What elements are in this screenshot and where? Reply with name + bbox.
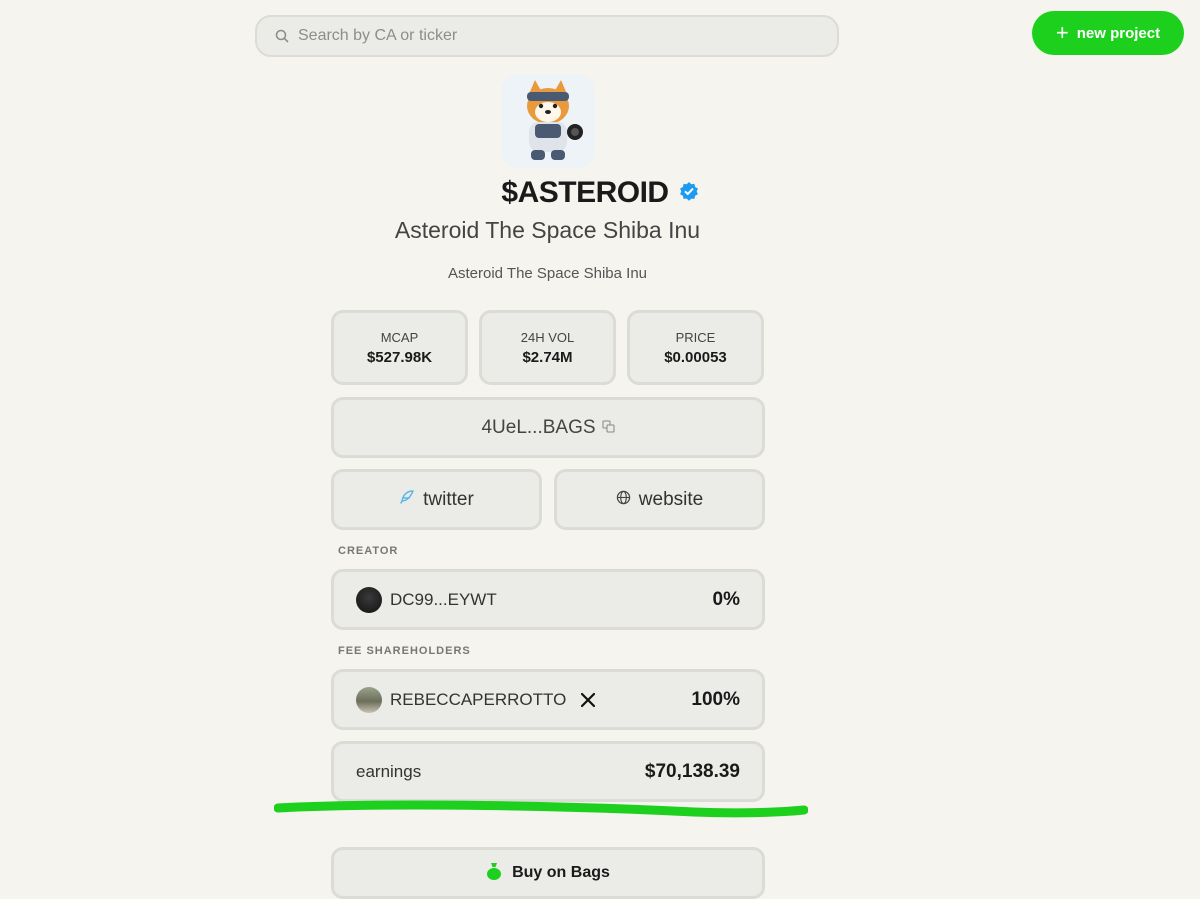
money-bag-icon (486, 862, 502, 885)
earnings-label: earnings (356, 761, 422, 781)
website-label: website (638, 488, 704, 510)
stat-label: PRICE (675, 330, 716, 345)
creator-section-label: CREATOR (338, 545, 399, 557)
creator-address: DC99...EYWT (390, 589, 497, 609)
stat-value: $2.74M (522, 349, 573, 366)
stat-mcap: MCAP $527.98K (331, 310, 468, 385)
stat-price: PRICE $0.00053 (627, 310, 764, 385)
buy-label: Buy on Bags (512, 864, 610, 881)
search-bar[interactable]: Search by CA or ticker (255, 15, 839, 57)
stat-24h-vol: 24H VOL $2.74M (479, 310, 616, 385)
creator-row[interactable]: DC99...EYWT 0% (331, 569, 765, 630)
search-icon (275, 29, 289, 43)
highlight-underline (274, 800, 808, 818)
website-link[interactable]: website (554, 469, 765, 530)
ticker-row: $ASTEROID (0, 176, 1200, 210)
earnings-row: earnings $70,138.39 (331, 741, 765, 802)
verified-badge-icon (679, 181, 699, 206)
twitter-label: twitter (423, 488, 474, 510)
globe-icon (616, 489, 631, 511)
search-input[interactable]: Search by CA or ticker (298, 27, 457, 45)
token-name: Asteroid The Space Shiba Inu (394, 217, 701, 243)
creator-avatar (356, 586, 382, 613)
shareholder-name: REBECCAPERROTTO (390, 689, 567, 709)
feather-icon (399, 489, 415, 511)
new-project-button[interactable]: + new project (1032, 11, 1184, 55)
shareholder-row[interactable]: REBECCAPERROTTO 100% (331, 669, 765, 730)
creator-share: 0% (712, 588, 740, 610)
plus-icon: + (1055, 20, 1069, 45)
contract-address: 4UeL...BAGS (481, 416, 596, 438)
fee-shareholders-section-label: FEE SHAREHOLDERS (338, 645, 471, 657)
twitter-link[interactable]: twitter (331, 469, 542, 530)
x-logo-icon[interactable] (580, 692, 596, 708)
stat-label: 24H VOL (520, 330, 575, 345)
copy-icon (601, 417, 615, 439)
contract-address-button[interactable]: 4UeL...BAGS (331, 397, 765, 458)
token-ticker: $ASTEROID (501, 176, 669, 209)
new-project-label: new project (1076, 24, 1161, 42)
earnings-value: $70,138.39 (644, 760, 740, 782)
shareholder-share: 100% (691, 688, 740, 710)
stat-value: $527.98K (366, 349, 433, 366)
shareholder-avatar (356, 686, 382, 713)
buy-on-bags-button[interactable]: Buy on Bags (331, 847, 765, 899)
stat-label: MCAP (380, 330, 419, 345)
token-image (501, 74, 595, 168)
token-description: Asteroid The Space Shiba Inu (447, 265, 648, 282)
stat-value: $0.00053 (664, 349, 727, 366)
